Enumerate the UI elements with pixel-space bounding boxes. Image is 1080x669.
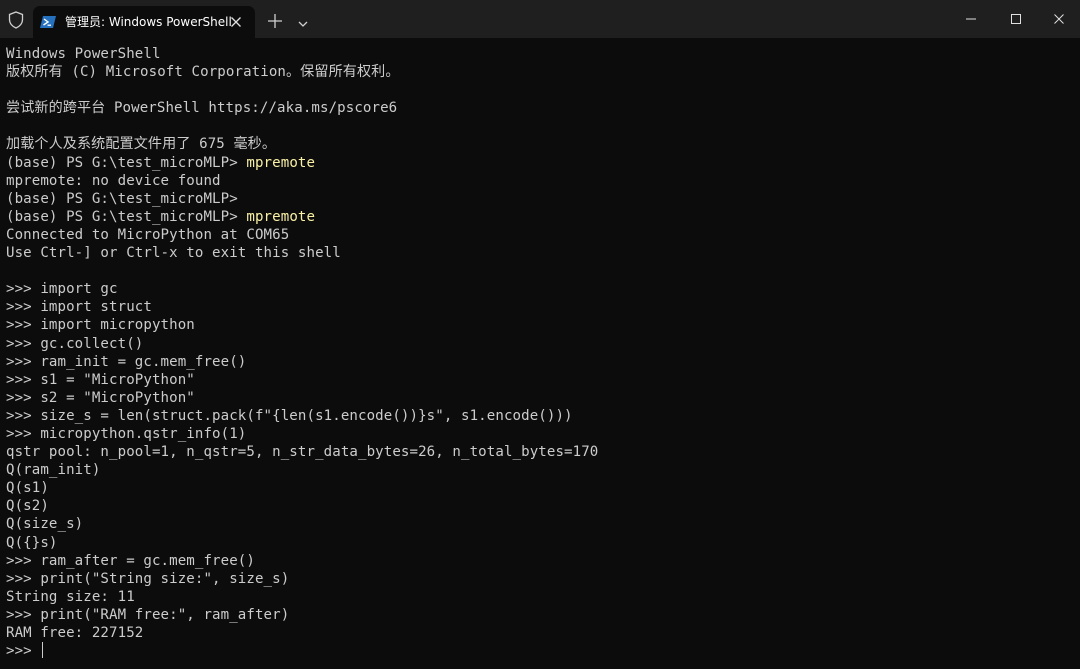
terminal-line: RAM free: 227152 — [6, 625, 144, 641]
terminal-line: >>> print("RAM free:", ram_after) — [6, 606, 290, 623]
close-window-button[interactable] — [1036, 0, 1080, 38]
shield-icon — [6, 10, 26, 30]
terminal-input-line[interactable]: >>> — [6, 642, 1074, 660]
maximize-icon — [1011, 14, 1021, 24]
tab-title: 管理员: Windows PowerShell — [65, 15, 232, 29]
chevron-down-icon[interactable] — [297, 15, 309, 27]
terminal-line: >>> s2 = "MicroPython" — [6, 389, 195, 406]
terminal-line: Use Ctrl-] or Ctrl-x to exit this shell — [6, 245, 341, 262]
terminal-line: Q(size_s) — [6, 516, 84, 533]
powershell-window: 管理员: Windows PowerShell Windows PowerShe… — [0, 0, 1080, 669]
maximize-button[interactable] — [993, 0, 1039, 38]
shell-prompt: (base) PS G:\test_microMLP> — [6, 190, 238, 207]
terminal-line: (base) PS G:\test_microMLP> — [6, 190, 1074, 208]
terminal-line: Q({}s) — [6, 534, 58, 551]
terminal-line: >>> print("String size:", size_s) — [6, 570, 290, 587]
minimize-button[interactable] — [948, 0, 994, 38]
shell-prompt: (base) PS G:\test_microMLP> — [6, 208, 247, 225]
terminal-line: Windows PowerShell — [6, 46, 161, 62]
shell-command: mpremote — [246, 208, 316, 225]
text-cursor — [42, 642, 44, 659]
terminal-line: Q(s1) — [6, 480, 49, 497]
terminal-line: Connected to MicroPython at COM65 — [6, 226, 290, 243]
terminal-line: qstr pool: n_pool=1, n_qstr=5, n_str_dat… — [6, 444, 599, 461]
terminal-line: >>> import gc — [6, 281, 118, 298]
minimize-icon — [966, 18, 976, 20]
shell-command: mpremote — [246, 154, 316, 171]
terminal-line: 加载个人及系统配置文件用了 675 毫秒。 — [6, 136, 277, 153]
terminal-line: >>> import micropython — [6, 317, 195, 334]
new-tab-plus-icon[interactable] — [266, 12, 284, 30]
terminal-line: >>> size_s = len(struct.pack(f"{len(s1.e… — [6, 407, 573, 424]
terminal-line: >>> gc.collect() — [6, 335, 144, 352]
terminal-line: String size: 11 — [6, 588, 135, 605]
terminal-line: >>> ram_init = gc.mem_free() — [6, 353, 247, 370]
terminal-line: Q(s2) — [6, 498, 49, 515]
terminal-line: >>> ram_after = gc.mem_free() — [6, 552, 255, 569]
tab-powershell[interactable]: 管理员: Windows PowerShell — [33, 6, 255, 38]
terminal-line: 尝试新的跨平台 PowerShell https://aka.ms/pscore… — [6, 100, 398, 117]
close-icon — [1054, 14, 1064, 24]
terminal-line: (base) PS G:\test_microMLP> mpremote — [6, 154, 1074, 172]
terminal-line: >>> micropython.qstr_info(1) — [6, 425, 247, 442]
powershell-icon — [40, 14, 56, 28]
terminal-line: mpremote: no device found — [6, 172, 221, 189]
repl-prompt: >>> — [6, 643, 41, 660]
terminal-line: (base) PS G:\test_microMLP> mpremote — [6, 208, 1074, 226]
shell-prompt: (base) PS G:\test_microMLP> — [6, 154, 247, 171]
terminal-line: Q(ram_init) — [6, 462, 101, 479]
tab-close-icon[interactable] — [229, 14, 243, 28]
title-bar[interactable]: 管理员: Windows PowerShell — [0, 0, 1080, 38]
terminal-output[interactable]: Windows PowerShell 版权所有 (C) Microsoft Co… — [6, 45, 1074, 665]
terminal-line: >>> import struct — [6, 299, 152, 316]
terminal-line: >>> s1 = "MicroPython" — [6, 371, 195, 388]
terminal-line: 版权所有 (C) Microsoft Corporation。保留所有权利。 — [6, 64, 400, 81]
